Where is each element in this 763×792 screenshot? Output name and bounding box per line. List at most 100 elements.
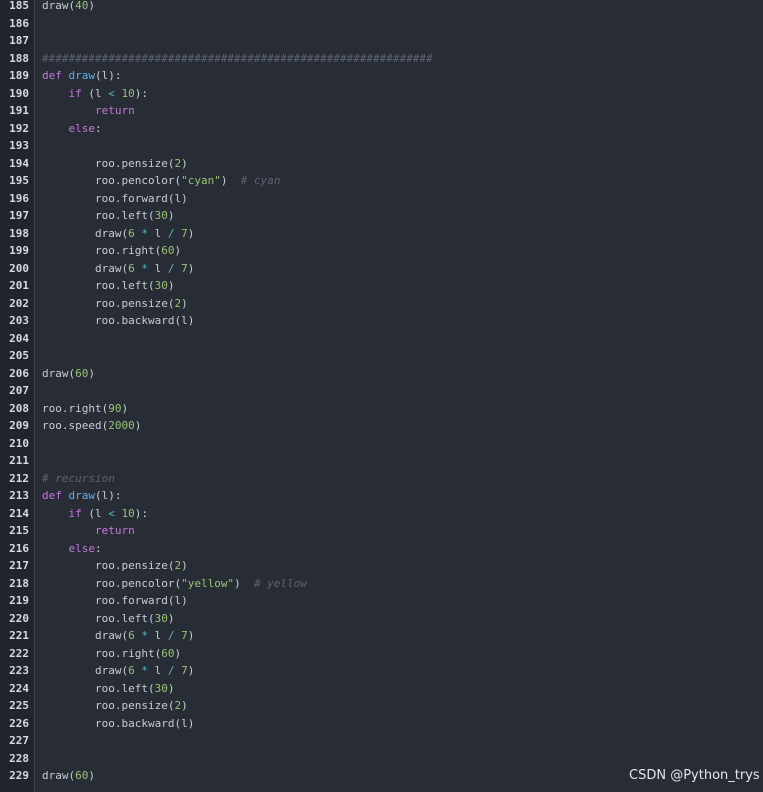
code-line[interactable]: 195 roo.pencolor("cyan") # cyan <box>0 172 763 190</box>
code-text: return <box>42 102 135 120</box>
code-text: roo.forward(l) <box>42 592 188 610</box>
code-line[interactable]: 227 <box>0 732 763 750</box>
line-number: 189 <box>9 69 29 82</box>
code-line[interactable]: 221 draw(6 * l / 7) <box>0 627 763 645</box>
code-line[interactable]: 217 roo.pensize(2) <box>0 557 763 575</box>
code-line[interactable]: 208 roo.right(90) <box>0 400 763 418</box>
code-token: 30 <box>154 209 168 222</box>
code-line[interactable]: 211 <box>0 452 763 470</box>
line-number: 223 <box>9 664 29 677</box>
line-number: 214 <box>9 506 29 520</box>
code-text: draw(6 * l / 7) <box>42 627 194 645</box>
line-number: 198 <box>9 226 29 240</box>
code-line[interactable]: 222 roo.right(60) <box>0 645 763 663</box>
line-number: 203 <box>9 314 29 327</box>
line-number: 219 <box>9 594 29 607</box>
code-line[interactable]: 186 <box>0 15 763 33</box>
code-line[interactable]: 215 return <box>0 522 763 540</box>
code-line[interactable]: 187 <box>0 32 763 50</box>
code-line[interactable]: 189 def draw(l): <box>0 67 763 85</box>
code-token: 10 <box>121 506 135 520</box>
code-line[interactable]: 190 if (l < 10): <box>0 85 763 103</box>
code-token: 6 <box>128 629 135 642</box>
code-line[interactable]: 194 roo.pensize(2) <box>0 155 763 173</box>
code-token: draw( <box>42 629 129 642</box>
code-token: roo.backward(l) <box>42 716 195 730</box>
code-line[interactable]: 224 roo.left(30) <box>0 680 763 698</box>
code-text: return <box>42 522 135 540</box>
code-line[interactable]: 205 <box>0 347 763 365</box>
code-token: roo.forward(l) <box>42 191 188 205</box>
line-number: 205 <box>9 349 29 362</box>
code-line[interactable]: 201 roo.left(30) <box>0 277 763 295</box>
code-line[interactable]: 193 <box>0 137 763 155</box>
code-token: else <box>68 121 96 135</box>
code-token: : <box>95 121 102 135</box>
code-line[interactable]: 209 roo.speed(2000) <box>0 417 763 435</box>
code-token: draw <box>68 69 96 82</box>
code-token: ): <box>134 86 148 100</box>
code-line[interactable]: 218 roo.pencolor("yellow") # yellow <box>0 575 763 593</box>
code-text: else: <box>42 540 102 558</box>
line-number: 210 <box>9 436 29 450</box>
code-line[interactable]: 228 <box>0 750 763 768</box>
code-line[interactable]: 212 # recursion <box>0 470 763 488</box>
code-token: roo.left( <box>42 611 155 625</box>
code-token: 6 <box>128 261 135 275</box>
code-line[interactable]: 206 draw(60) <box>0 365 763 383</box>
code-text: draw(6 * l / 7) <box>42 662 194 680</box>
code-line[interactable]: 204 <box>0 330 763 348</box>
code-line[interactable]: 216 else: <box>0 540 763 558</box>
code-token: roo.pensize( <box>42 559 175 572</box>
code-line[interactable]: 200 draw(6 * l / 7) <box>0 260 763 278</box>
code-line[interactable]: 197 roo.left(30) <box>0 207 763 225</box>
line-number: 216 <box>9 541 29 555</box>
code-token: else <box>68 541 96 555</box>
code-line[interactable]: 214 if (l < 10): <box>0 505 763 523</box>
line-number: 217 <box>9 559 29 572</box>
code-line[interactable]: 191 return <box>0 102 763 120</box>
line-number: 186 <box>9 16 29 30</box>
code-line[interactable]: 192 else: <box>0 120 763 138</box>
code-token: ) <box>88 366 95 380</box>
code-line[interactable]: 219 roo.forward(l) <box>0 592 763 610</box>
code-text: roo.pensize(2) <box>42 155 188 173</box>
code-token: draw( <box>42 769 76 782</box>
code-line[interactable]: 220 roo.left(30) <box>0 610 763 628</box>
line-number: 202 <box>9 296 29 310</box>
code-lines: 185 draw(40) 186 187 188 ####################… <box>0 0 763 785</box>
line-number: 185 <box>9 0 29 12</box>
code-editor[interactable]: 185 draw(40) 186 187 188 ####################… <box>0 0 763 792</box>
code-line[interactable]: 213 def draw(l): <box>0 487 763 505</box>
code-line[interactable]: 226 roo.backward(l) <box>0 715 763 733</box>
code-text: # recursion <box>42 470 115 488</box>
code-token: def <box>42 489 69 502</box>
line-number: 199 <box>9 244 29 257</box>
line-number: 209 <box>9 419 29 432</box>
code-line[interactable]: 196 roo.forward(l) <box>0 190 763 208</box>
code-line[interactable]: 202 roo.pensize(2) <box>0 295 763 313</box>
code-token: draw( <box>42 0 76 12</box>
code-line[interactable]: 198 draw(6 * l / 7) <box>0 225 763 243</box>
code-token: 90 <box>108 401 122 415</box>
code-line[interactable]: 185 draw(40) <box>0 0 763 15</box>
code-token: roo.right( <box>42 646 162 660</box>
code-line[interactable]: 210 <box>0 435 763 453</box>
code-text: roo.pencolor("yellow") # yellow <box>42 575 307 593</box>
code-line[interactable]: 199 roo.right(60) <box>0 242 763 260</box>
code-token: ) <box>181 559 188 572</box>
code-token: l <box>147 664 168 677</box>
code-line[interactable]: 203 roo.backward(l) <box>0 312 763 330</box>
line-number: 204 <box>9 331 29 345</box>
code-token: 6 <box>128 664 135 677</box>
code-line[interactable]: 207 <box>0 382 763 400</box>
code-line[interactable]: 188 #####################################… <box>0 50 763 68</box>
watermark: CSDN @Python_trys <box>629 768 760 783</box>
code-token: "yellow" <box>181 576 235 590</box>
code-line[interactable]: 225 roo.pensize(2) <box>0 697 763 715</box>
code-line[interactable]: 223 draw(6 * l / 7) <box>0 662 763 680</box>
code-text: roo.pensize(2) <box>42 295 188 313</box>
line-number: 225 <box>9 699 29 712</box>
